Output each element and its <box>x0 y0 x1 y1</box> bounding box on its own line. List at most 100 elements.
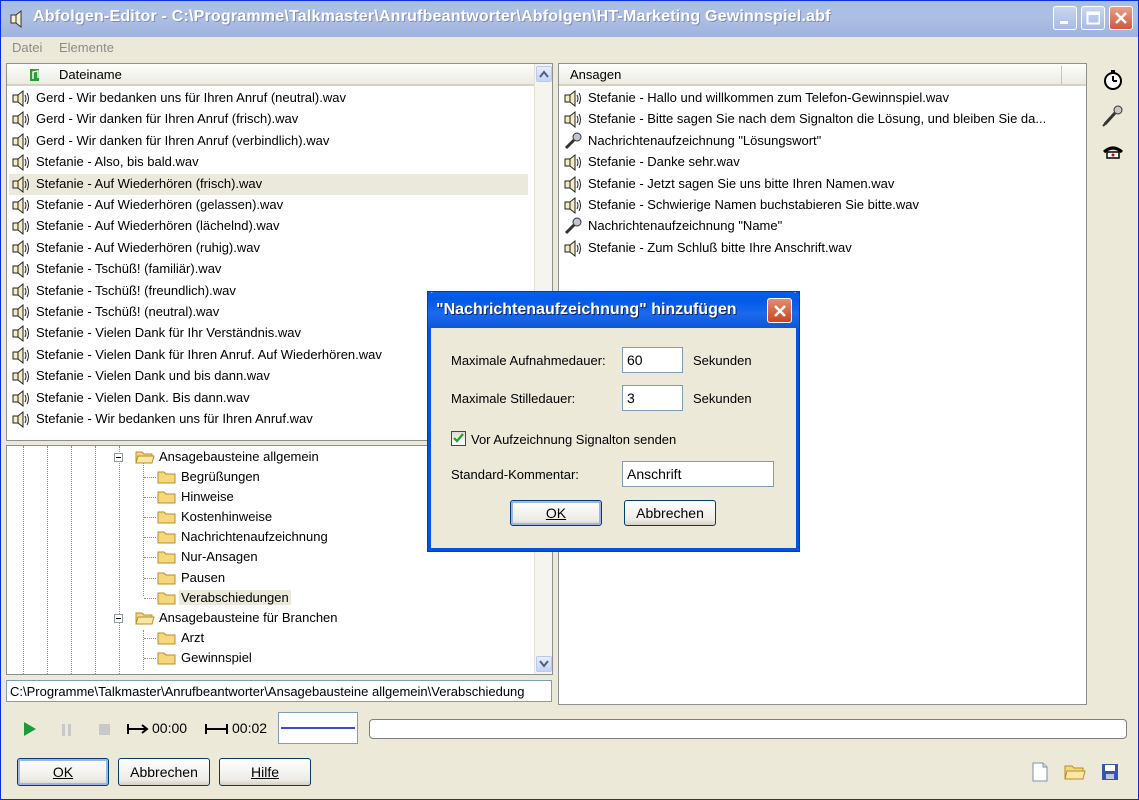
stopwatch-icon[interactable] <box>1101 68 1125 92</box>
speaker-icon <box>10 9 22 29</box>
folder-label: Arzt <box>181 630 205 645</box>
phone-icon[interactable] <box>1101 140 1125 164</box>
speaker-icon <box>12 175 29 193</box>
file-list-item[interactable]: Stefanie - Also, bis bald.wav <box>9 152 528 173</box>
dialog-title-bar[interactable]: "Nachrichtenaufzeichnung" hinzufügen <box>428 292 799 328</box>
folder-label: Hinweise <box>181 489 234 505</box>
file-list-item[interactable]: Stefanie - Auf Wiederhören (ruhig).wav <box>9 238 528 259</box>
speaker-icon <box>564 175 581 193</box>
announcement-list-item[interactable]: Stefanie - Bitte sagen Sie nach dem Sign… <box>561 109 1081 130</box>
save-icon[interactable] <box>1101 763 1119 781</box>
tree-line <box>47 446 48 674</box>
path-field[interactable]: C:\Programme\Talkmaster\Anrufbeantworter… <box>6 680 552 702</box>
add-recording-dialog: "Nachrichtenaufzeichnung" hinzufügen Max… <box>428 292 799 551</box>
speaker-icon <box>12 154 29 172</box>
tree-line <box>23 446 24 674</box>
tree-line <box>144 658 156 660</box>
level-line <box>281 727 355 729</box>
announcement-list-item[interactable]: Stefanie - Jetzt sagen Sie uns bitte Ihr… <box>561 174 1081 195</box>
announcements-column-header[interactable]: Ansagen <box>559 64 1086 86</box>
file-label: Stefanie - Tschüß! (freundlich).wav <box>36 282 236 298</box>
tree-line <box>144 577 156 579</box>
file-label: Stefanie - Auf Wiederhören (gelassen).wa… <box>36 197 284 212</box>
tree-line <box>143 630 144 670</box>
file-list-item[interactable]: Stefanie - Auf Wiederhören (frisch).wav <box>9 173 528 195</box>
start-time: 00:00 <box>152 720 188 736</box>
recording-list-item[interactable]: Nachrichtenaufzeichnung "Lösungswort" <box>561 131 1081 152</box>
announcement-list-item[interactable]: Stefanie - Schwierige Namen buchstabiere… <box>561 195 1081 216</box>
max-record-label: Maximale Aufnahmedauer: <box>451 353 606 368</box>
maximize-button[interactable] <box>1081 6 1105 30</box>
window-title: Abfolgen-Editor - C:\Programme\Talkmaste… <box>33 8 831 25</box>
speaker-icon <box>12 111 29 129</box>
file-label: Stefanie - Tschüß! (neutral).wav <box>36 304 220 319</box>
file-label: Stefanie - Also, bis bald.wav <box>36 154 199 170</box>
collapse-toggle[interactable] <box>114 453 123 462</box>
dialog-cancel-button[interactable]: Abbrechen <box>624 500 716 526</box>
close-icon <box>1115 12 1127 24</box>
file-label: Stefanie - Auf Wiederhören (ruhig).wav <box>36 239 260 255</box>
speaker-icon <box>564 89 581 107</box>
folder-open-icon <box>135 612 155 625</box>
menu-elemente[interactable]: Elemente <box>59 40 114 55</box>
folder-label: Nur-Ansagen <box>181 549 258 565</box>
new-document-icon[interactable] <box>1031 762 1049 782</box>
folder-open-icon <box>135 451 155 464</box>
comment-input[interactable] <box>622 461 774 487</box>
files-header-label: Dateiname <box>59 67 122 82</box>
max-silence-input[interactable] <box>622 385 683 411</box>
volume-level[interactable] <box>278 712 358 744</box>
speaker-icon <box>12 239 29 257</box>
scroll-down-button[interactable] <box>536 656 552 672</box>
microphone-icon <box>564 132 582 149</box>
end-time: 00:02 <box>232 720 268 736</box>
dialog-ok-button[interactable]: OK <box>510 500 602 526</box>
signal-tone-label[interactable]: Vor Aufzeichnung Signalton senden <box>471 432 676 447</box>
play-icon[interactable] <box>23 721 37 737</box>
folder-icon <box>157 531 176 544</box>
scroll-up-button[interactable] <box>536 66 552 82</box>
announcement-list-item[interactable]: Stefanie - Danke sehr.wav <box>561 152 1081 173</box>
signal-tone-checkbox[interactable] <box>451 431 466 446</box>
dialog-close-button[interactable] <box>767 298 792 323</box>
collapse-toggle[interactable] <box>114 614 123 623</box>
file-list-item[interactable]: Stefanie - Auf Wiederhören (lächelnd).wa… <box>9 216 528 237</box>
help-button[interactable]: Hilfe <box>219 758 311 786</box>
file-list-item[interactable]: Stefanie - Auf Wiederhören (gelassen).wa… <box>9 195 528 216</box>
title-bar[interactable]: Abfolgen-Editor - C:\Programme\Talkmaste… <box>1 1 1138 37</box>
ok-button[interactable]: OK <box>17 758 109 786</box>
stop-icon[interactable] <box>98 723 111 736</box>
file-list-item[interactable]: Stefanie - Tschüß! (familiär).wav <box>9 259 528 280</box>
tree-line <box>144 517 156 519</box>
folder-label: Pausen <box>181 569 226 585</box>
file-list-item[interactable]: Gerd - Wir danken für Ihren Anruf (frisc… <box>9 109 528 130</box>
announcement-label: Stefanie - Danke sehr.wav <box>588 154 740 170</box>
tree-line <box>95 446 96 674</box>
cancel-button[interactable]: Abbrechen <box>118 758 210 786</box>
file-list-item[interactable]: Gerd - Wir bedanken uns für Ihren Anruf … <box>9 88 528 109</box>
file-label: Stefanie - Vielen Dank. Bis dann.wav <box>36 389 250 405</box>
open-folder-icon[interactable] <box>1064 763 1086 781</box>
folder-icon <box>157 511 176 524</box>
file-list-item[interactable]: Gerd - Wir danken für Ihren Anruf (verbi… <box>9 131 528 152</box>
files-column-header[interactable]: Dateiname <box>7 64 552 86</box>
announcement-label: Nachrichtenaufzeichnung "Lösungswort" <box>588 132 822 148</box>
menu-datei[interactable]: Datei <box>12 40 42 55</box>
minimize-button[interactable] <box>1053 6 1077 30</box>
announcement-list-item[interactable]: Stefanie - Hallo und willkommen zum Tele… <box>561 88 1081 109</box>
max-record-input[interactable] <box>622 347 683 373</box>
pause-icon[interactable] <box>61 723 73 737</box>
playback-progress[interactable] <box>369 719 1127 739</box>
speaker-icon <box>564 196 581 214</box>
announcement-list-item[interactable]: Stefanie - Zum Schluß bitte Ihre Anschri… <box>561 238 1081 259</box>
file-label: Stefanie - Auf Wiederhören (lächelnd).wa… <box>36 218 280 234</box>
recording-list-item[interactable]: Nachrichtenaufzeichnung "Name" <box>561 216 1081 237</box>
announcement-label: Nachrichtenaufzeichnung "Name" <box>588 218 783 234</box>
help-label: Hilfe <box>250 764 279 780</box>
microphone-icon[interactable] <box>1101 104 1125 128</box>
file-label: Gerd - Wir danken für Ihren Anruf (frisc… <box>36 111 299 127</box>
folder-label: Begrüßungen <box>181 469 260 484</box>
start-marker-icon <box>127 724 149 734</box>
close-button[interactable] <box>1109 6 1133 30</box>
tree-line <box>119 446 120 674</box>
